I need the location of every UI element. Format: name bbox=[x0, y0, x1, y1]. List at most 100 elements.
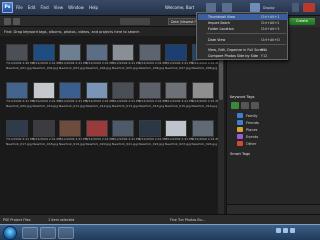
grid-scrollbar[interactable] bbox=[218, 36, 224, 214]
thumbnail-filename: NewYork_020.jpg bbox=[85, 141, 112, 146]
thumbnail-item[interactable]: 7/12/2009 2:41 PM NewYork_022.jpg bbox=[138, 120, 167, 146]
thumbnail-filename: NewYork_022.jpg bbox=[138, 141, 165, 146]
thumbnail-item[interactable]: 7/12/2009 2:41 PM NewYork_018.jpg bbox=[32, 120, 61, 146]
taskbar-app-3[interactable] bbox=[58, 227, 74, 239]
tag-icon bbox=[237, 127, 243, 132]
thumbnail-image[interactable] bbox=[112, 120, 134, 137]
tray-power-icon[interactable] bbox=[290, 228, 295, 233]
thumbnail-item[interactable]: 7/12/2009 2:41 PM NewYork_011.jpg bbox=[59, 82, 87, 108]
minimize-icon[interactable] bbox=[292, 3, 299, 12]
keyword-tag-events[interactable]: Events bbox=[237, 134, 258, 139]
thumbnail-item[interactable]: 7/12/2009 2:41 PM NewYork_021.jpg bbox=[112, 120, 140, 146]
edit-tag-icon[interactable] bbox=[241, 102, 249, 109]
menu-help[interactable]: Help bbox=[89, 5, 98, 10]
thumbnail-filename: NewYork_015.jpg bbox=[165, 103, 191, 108]
thumbnail-image[interactable] bbox=[138, 120, 161, 137]
thumbnail-item[interactable]: 7/12/2009 2:40 PM NewYork_001.jpg bbox=[6, 44, 34, 70]
thumbnail-image[interactable] bbox=[59, 120, 81, 137]
keyword-tag-other[interactable]: Other bbox=[237, 141, 256, 146]
thumbnail-item[interactable]: 7/12/2009 2:41 PM NewYork_017.jpg bbox=[6, 120, 34, 146]
tab-create[interactable]: Create bbox=[289, 18, 315, 25]
taskbar-app-2[interactable] bbox=[40, 227, 56, 239]
display-menu-button[interactable]: Display bbox=[263, 6, 275, 10]
keyword-tags-heading[interactable]: Keyword Tags bbox=[230, 95, 254, 99]
thumbnail-filename: NewYork_001.jpg bbox=[6, 65, 32, 70]
thumbnail-image[interactable] bbox=[138, 44, 161, 61]
search-bar[interactable]: Find: Drag keyword tags, albums, photos,… bbox=[0, 27, 225, 36]
thumbnail-item[interactable]: 7/12/2009 2:41 PM NewYork_009.jpg bbox=[6, 82, 34, 108]
menu-separator bbox=[206, 33, 286, 34]
forward-icon[interactable] bbox=[13, 18, 20, 25]
thumbnail-filename: NewYork_024.jpg bbox=[191, 141, 218, 146]
thumbnail-item[interactable]: 7/12/2009 2:41 PM NewYork_020.jpg bbox=[85, 120, 114, 146]
back-icon[interactable] bbox=[4, 18, 11, 25]
thumbnail-image[interactable] bbox=[85, 120, 108, 137]
thumbnail-item[interactable]: 7/12/2009 2:41 PM NewYork_006.jpg bbox=[138, 44, 167, 70]
menu-item-2[interactable]: Folder Location Ctrl+Alt+3 bbox=[198, 26, 288, 32]
thumbnail-item[interactable]: 7/12/2009 2:41 PM NewYork_023.jpg bbox=[165, 120, 193, 146]
delete-tag-icon[interactable] bbox=[251, 102, 259, 109]
menu-item-3[interactable]: Date View Ctrl+Alt+D bbox=[198, 37, 288, 43]
thumbnail-image[interactable] bbox=[191, 82, 214, 99]
undo-icon[interactable] bbox=[206, 3, 216, 12]
thumbnail-image[interactable] bbox=[32, 82, 55, 99]
zoom-slider-icon[interactable] bbox=[120, 18, 150, 25]
thumbnail-item[interactable]: 7/12/2009 2:41 PM NewYork_010.jpg bbox=[32, 82, 61, 108]
taskbar-app-1[interactable] bbox=[22, 227, 38, 239]
new-tag-icon[interactable] bbox=[231, 102, 239, 109]
status-bar: PSE Project Files 1 item selected Fine T… bbox=[0, 214, 320, 224]
thumbnail-item[interactable]: 7/12/2009 2:41 PM NewYork_002.jpg bbox=[32, 44, 61, 70]
thumbnail-image[interactable] bbox=[85, 82, 108, 99]
thumbnail-image[interactable] bbox=[6, 82, 28, 99]
thumbnail-image[interactable] bbox=[59, 82, 81, 99]
thumbnail-item[interactable]: 7/12/2009 2:41 PM NewYork_019.jpg bbox=[59, 120, 87, 146]
keyword-tag-friends[interactable]: Friends bbox=[237, 120, 259, 125]
redo-icon[interactable] bbox=[222, 3, 232, 12]
menu-item-label: Date View bbox=[208, 38, 226, 42]
thumbnail-item[interactable]: 7/12/2009 2:41 PM NewYork_013.jpg bbox=[112, 82, 140, 108]
thumbnail-item[interactable]: 7/12/2009 2:41 PM NewYork_016.jpg bbox=[191, 82, 220, 108]
thumbnail-filename: NewYork_021.jpg bbox=[112, 141, 138, 146]
thumbnail-image[interactable] bbox=[165, 120, 187, 137]
thumbnail-item[interactable]: 7/12/2009 2:41 PM NewYork_007.jpg bbox=[165, 44, 193, 70]
tag-icon bbox=[237, 141, 243, 146]
thumbnail-image[interactable] bbox=[32, 120, 55, 137]
thumbnail-image[interactable] bbox=[112, 82, 134, 99]
tray-volume-icon[interactable] bbox=[283, 228, 288, 233]
keyword-tag-family[interactable]: Family bbox=[237, 113, 258, 118]
thumbnail-item[interactable]: 7/12/2009 2:41 PM NewYork_012.jpg bbox=[85, 82, 114, 108]
start-button-icon[interactable] bbox=[3, 226, 17, 240]
thumbnail-image[interactable] bbox=[165, 82, 187, 99]
panel-footer bbox=[227, 204, 320, 214]
smart-tags-heading[interactable]: Smart Tags bbox=[230, 152, 250, 156]
thumbnail-filename: NewYork_014.jpg bbox=[138, 103, 165, 108]
thumbnail-image[interactable] bbox=[191, 120, 214, 137]
thumbnail-item[interactable]: 7/12/2009 2:41 PM NewYork_024.jpg bbox=[191, 120, 220, 146]
thumbnail-image[interactable] bbox=[138, 82, 161, 99]
tray-network-icon[interactable] bbox=[276, 228, 281, 233]
close-icon[interactable] bbox=[303, 3, 315, 12]
status-tip[interactable]: Fine Tun Photos Bu... bbox=[170, 218, 205, 222]
thumbnail-image[interactable] bbox=[6, 44, 28, 61]
menu-item-shortcut: Ctrl+Alt+D bbox=[261, 38, 280, 42]
thumbnail-image[interactable] bbox=[59, 44, 81, 61]
display-icon[interactable] bbox=[250, 3, 260, 12]
thumbnail-image[interactable] bbox=[32, 44, 55, 61]
menu-view[interactable]: View bbox=[54, 5, 64, 10]
menu-find[interactable]: Find bbox=[40, 5, 48, 10]
system-tray bbox=[276, 228, 295, 233]
thumbnail-image[interactable] bbox=[112, 44, 134, 61]
thumbnail-item[interactable]: 7/12/2009 2:41 PM NewYork_005.jpg bbox=[112, 44, 140, 70]
menu-item-5[interactable]: Compare Photos Side by Side F12 bbox=[198, 53, 288, 59]
thumbnail-item[interactable]: 7/12/2009 2:41 PM NewYork_004.jpg bbox=[85, 44, 114, 70]
menu-file[interactable]: File bbox=[16, 5, 23, 10]
thumbnail-image[interactable] bbox=[85, 44, 108, 61]
menu-window[interactable]: Window bbox=[68, 5, 84, 10]
thumbnail-item[interactable]: 7/12/2009 2:41 PM NewYork_015.jpg bbox=[165, 82, 193, 108]
thumbnail-item[interactable]: 7/12/2009 2:41 PM NewYork_014.jpg bbox=[138, 82, 167, 108]
thumbnail-item[interactable]: 7/12/2009 2:41 PM NewYork_003.jpg bbox=[59, 44, 87, 70]
keyword-tag-places[interactable]: Places bbox=[237, 127, 257, 132]
menu-edit[interactable]: Edit bbox=[28, 5, 36, 10]
thumbnail-image[interactable] bbox=[6, 120, 28, 137]
thumbnail-image[interactable] bbox=[165, 44, 187, 61]
